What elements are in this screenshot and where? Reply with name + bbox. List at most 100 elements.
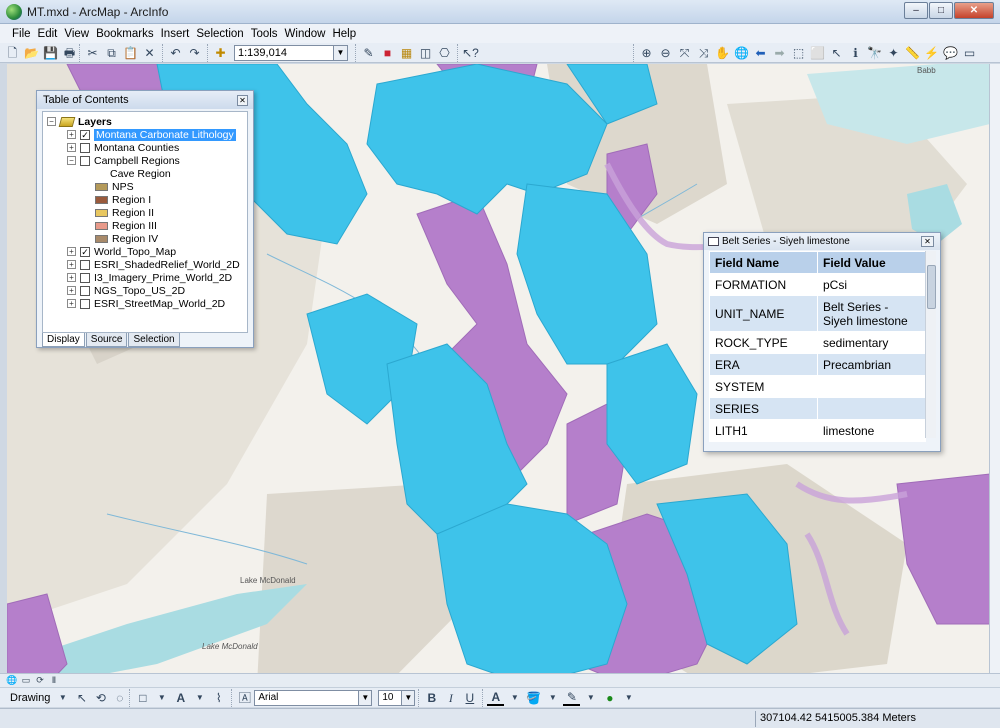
cut-icon[interactable]: ✂ [84, 45, 101, 61]
add-data-icon[interactable]: ✚ [212, 45, 229, 61]
maximize-button[interactable]: □ [929, 2, 953, 19]
edit-vertices-icon[interactable]: ⌇ [210, 690, 227, 706]
full-extent-icon[interactable]: 🌐 [733, 45, 750, 61]
scroll-thumb[interactable] [927, 265, 936, 309]
layer-row[interactable]: − Campbell Regions [67, 154, 180, 167]
chevron-down-icon[interactable]: ▼ [544, 690, 561, 706]
pan-icon[interactable]: ✋ [714, 45, 731, 61]
redo-icon[interactable]: ↷ [186, 45, 203, 61]
fixed-zoom-out-icon[interactable]: ⤨ [695, 45, 712, 61]
chevron-down-icon[interactable]: ▼ [359, 689, 373, 706]
close-button[interactable]: ✕ [954, 2, 994, 19]
expand-icon[interactable]: + [67, 260, 76, 269]
expand-icon[interactable]: + [67, 247, 76, 256]
line-color-icon[interactable]: ✎ [563, 690, 581, 706]
print-icon[interactable]: 🖶 [61, 45, 78, 61]
layer-row[interactable]: + NGS_Topo_US_2D [67, 284, 185, 297]
measure-icon[interactable]: 📏 [904, 45, 921, 61]
expand-icon[interactable]: + [67, 143, 76, 152]
rotate-icon[interactable]: ⟲ [92, 690, 109, 706]
expand-icon[interactable]: + [67, 286, 76, 295]
pause-drawing-icon[interactable]: Ⅱ [48, 675, 60, 686]
forward-extent-icon[interactable]: ➡ [771, 45, 788, 61]
text-icon[interactable]: A [172, 690, 189, 706]
chevron-down-icon[interactable]: ▼ [506, 690, 523, 706]
layer-row[interactable]: + ✓ Montana Carbonate Lithology [67, 128, 236, 141]
layer-label[interactable]: I3_Imagery_Prime_World_2D [94, 272, 232, 284]
layer-row[interactable]: + ✓ World_Topo_Map [67, 245, 176, 258]
menu-bookmarks[interactable]: Bookmarks [96, 28, 154, 40]
menu-help[interactable]: Help [332, 28, 356, 40]
chevron-down-icon[interactable]: ▼ [54, 690, 71, 706]
layer-checkbox[interactable] [80, 285, 90, 296]
layer-label[interactable]: Montana Counties [94, 142, 179, 154]
chevron-down-icon[interactable]: ▼ [402, 689, 416, 706]
expand-icon[interactable]: + [67, 273, 76, 282]
identify-icon[interactable]: ℹ [847, 45, 864, 61]
zoom-out-icon[interactable]: ⊖ [657, 45, 674, 61]
arctoolbox-icon[interactable]: ■ [379, 45, 396, 61]
layer-row[interactable]: + Montana Counties [67, 141, 179, 154]
close-icon[interactable]: ✕ [237, 95, 248, 106]
layer-checkbox[interactable] [80, 298, 90, 309]
model-builder-icon[interactable]: ◫ [417, 45, 434, 61]
layer-row[interactable]: + ESRI_ShadedRelief_World_2D [67, 258, 240, 271]
back-extent-icon[interactable]: ⬅ [752, 45, 769, 61]
rectangle-icon[interactable]: □ [134, 690, 151, 706]
menu-window[interactable]: Window [285, 28, 326, 40]
undo-icon[interactable]: ↶ [167, 45, 184, 61]
font-color-icon[interactable]: A [487, 690, 505, 706]
fixed-zoom-in-icon[interactable]: ⤧ [676, 45, 693, 61]
popup-scrollbar[interactable] [925, 251, 936, 438]
find-icon[interactable]: 🔭 [866, 45, 883, 61]
layer-checkbox[interactable]: ✓ [80, 129, 90, 140]
copy-icon[interactable]: ⧉ [103, 45, 120, 61]
menu-selection[interactable]: Selection [196, 28, 243, 40]
map-scale-input[interactable]: 1:139,014 [234, 44, 334, 61]
refresh-icon[interactable]: ⟳ [34, 675, 46, 686]
select-features-icon[interactable]: ⬚ [790, 45, 807, 61]
arccatalog-icon[interactable]: ▦ [398, 45, 415, 61]
layer-row[interactable]: + I3_Imagery_Prime_World_2D [67, 271, 232, 284]
layer-checkbox[interactable] [80, 142, 90, 153]
go-to-xy-icon[interactable]: ✦ [885, 45, 902, 61]
layer-label[interactable]: NGS_Topo_US_2D [94, 285, 185, 297]
layer-checkbox[interactable]: ✓ [80, 246, 90, 257]
collapse-icon[interactable]: − [67, 156, 76, 165]
zoom-whole-page-icon[interactable]: ◌ [111, 690, 128, 706]
select-elements-icon[interactable]: ↖ [73, 690, 90, 706]
html-popup-icon[interactable]: 💬 [942, 45, 959, 61]
layer-label[interactable]: Campbell Regions [94, 155, 180, 167]
menu-tools[interactable]: Tools [251, 28, 278, 40]
layer-checkbox[interactable] [80, 155, 90, 166]
python-window-icon[interactable]: ⎔ [436, 45, 453, 61]
marker-color-icon[interactable]: ● [601, 690, 618, 706]
chevron-down-icon[interactable]: ▼ [334, 44, 348, 61]
editor-toolbar-icon[interactable]: ✎ [360, 45, 377, 61]
layer-checkbox[interactable] [80, 259, 90, 270]
layer-label[interactable]: ESRI_ShadedRelief_World_2D [94, 259, 240, 271]
minimize-button[interactable]: – [904, 2, 928, 19]
chevron-down-icon[interactable]: ▼ [582, 690, 599, 706]
layout-view-icon[interactable]: ▭ [20, 675, 32, 686]
expand-icon[interactable]: + [67, 130, 76, 139]
chevron-down-icon[interactable]: ▼ [191, 690, 208, 706]
clear-selection-icon[interactable]: ⬜ [809, 45, 826, 61]
collapse-icon[interactable]: − [47, 117, 56, 126]
hyperlink-icon[interactable]: ⚡ [923, 45, 940, 61]
open-folder-icon[interactable]: 📂 [23, 45, 40, 61]
whats-this-icon[interactable]: ↖? [462, 45, 479, 61]
tab-display[interactable]: Display [42, 333, 85, 347]
chevron-down-icon[interactable]: ▼ [153, 690, 170, 706]
italic-icon[interactable]: I [442, 690, 459, 706]
paste-icon[interactable]: 📋 [122, 45, 139, 61]
drawing-menu[interactable]: Drawing [10, 692, 50, 704]
select-elements-icon[interactable]: ↖ [828, 45, 845, 61]
layer-label[interactable]: Montana Carbonate Lithology [94, 128, 236, 141]
layer-checkbox[interactable] [80, 272, 90, 283]
time-slider-icon[interactable]: ▭ [961, 45, 978, 61]
layer-label[interactable]: World_Topo_Map [94, 246, 176, 258]
underline-icon[interactable]: U [461, 690, 478, 706]
data-view-icon[interactable]: 🌐 [6, 675, 18, 686]
tab-selection[interactable]: Selection [128, 333, 180, 347]
